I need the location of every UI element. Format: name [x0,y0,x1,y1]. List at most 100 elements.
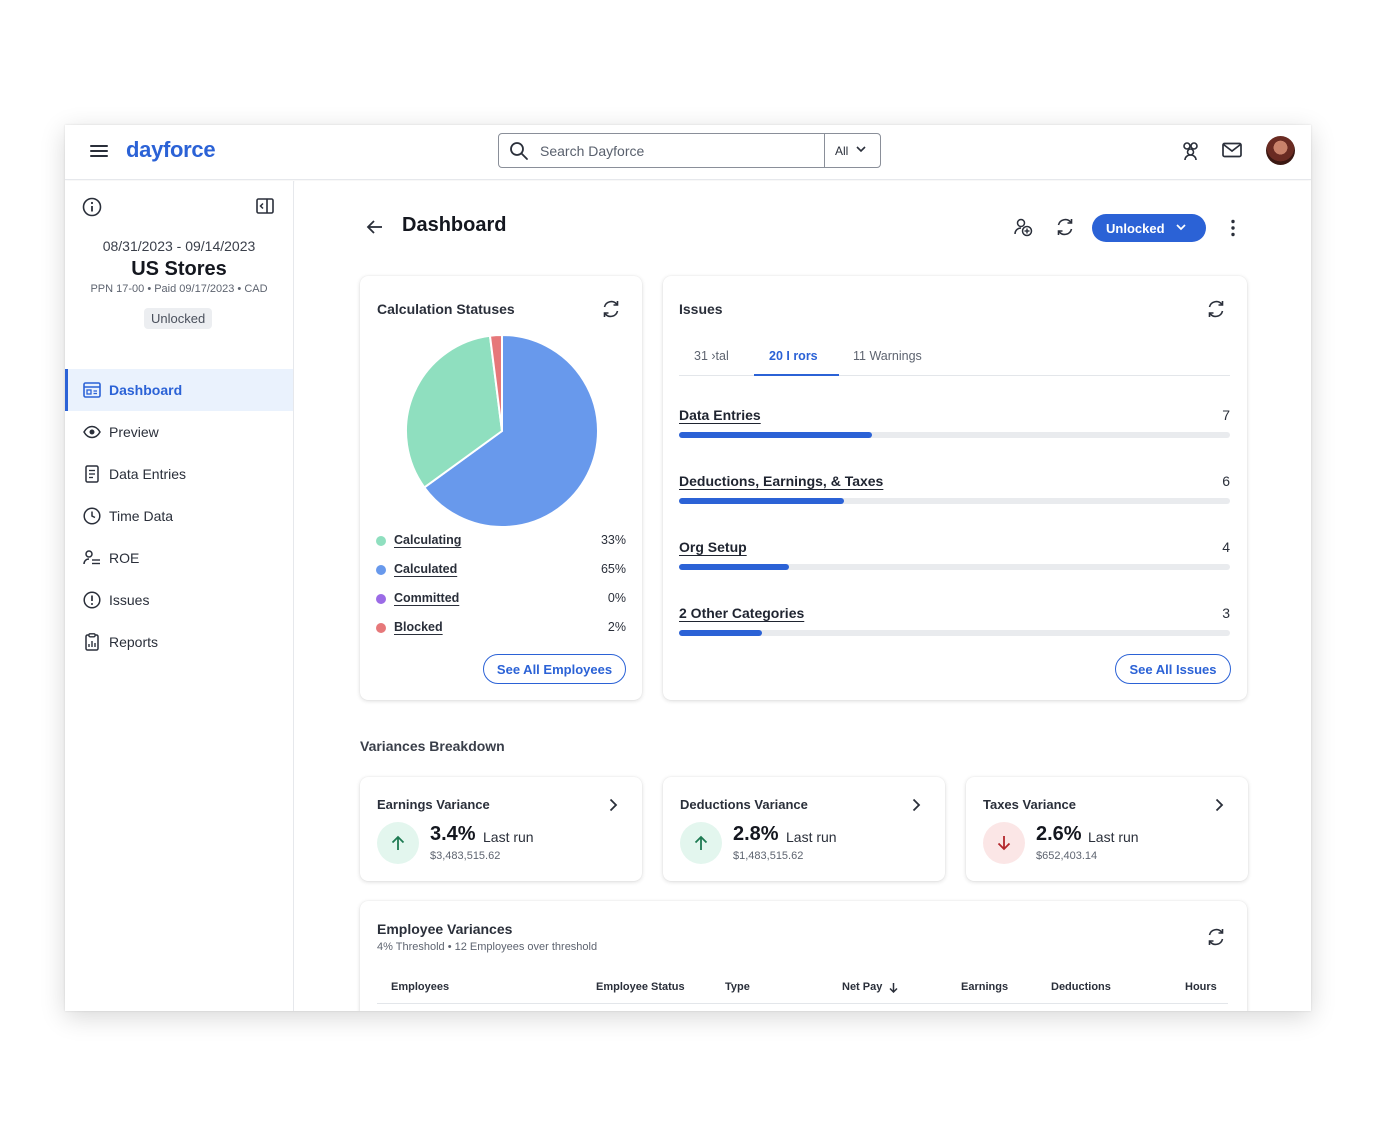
legend-label[interactable]: Committed [394,591,459,605]
people-icon[interactable] [1179,140,1201,162]
more-options-icon[interactable] [1230,219,1236,237]
issue-category-name[interactable]: 2 Other Categories [679,605,804,621]
sidebar-item-label: Dashboard [109,382,183,398]
card-title: Issues [679,301,723,317]
variance-amount: $3,483,515.62 [430,850,501,862]
search-icon [510,142,528,160]
variance-title: Taxes Variance [983,797,1076,812]
sidebar-item-label: Issues [109,592,150,608]
tab-total[interactable]: 31 ›tal [694,349,729,363]
sidebar-nav: Dashboard Preview Data Entries Time Data… [65,369,293,663]
person-list-icon [83,549,101,567]
collapse-panel-icon[interactable] [256,198,274,214]
chevron-right-icon[interactable] [609,798,618,812]
tab-errors[interactable]: 20 I rors [769,349,818,363]
back-arrow-icon[interactable] [366,219,384,235]
issue-category-name[interactable]: Org Setup [679,539,747,555]
status-badge: Unlocked [144,308,213,329]
legend-row[interactable]: Committed 0% [376,590,626,619]
legend-dot [376,594,386,604]
report-icon [83,633,101,651]
legend-row[interactable]: Calculated 65% [376,561,626,590]
search-input[interactable]: Search Dayforce [540,143,644,159]
arrow-down-icon [983,822,1025,864]
column-header-earnings[interactable]: Earnings [961,981,1008,993]
mail-icon[interactable] [1222,142,1242,158]
variance-label: Last run [1088,829,1139,845]
issue-progress-track [679,432,1230,438]
issue-category-count: 6 [1222,473,1230,489]
issue-category-name[interactable]: Deductions, Earnings, & Taxes [679,473,883,489]
earnings-variance-card[interactable]: Earnings Variance 3.4% Last run $3,483,5… [360,777,642,881]
lock-status-label: Unlocked [1106,221,1165,236]
variance-title: Deductions Variance [680,797,808,812]
see-all-issues-button[interactable]: See All Issues [1115,654,1231,684]
issue-progress-fill [679,432,872,438]
sidebar-item-issues[interactable]: Issues [65,579,293,621]
user-avatar[interactable] [1266,136,1295,165]
arrow-up-icon [680,822,722,864]
sidebar-item-preview[interactable]: Preview [65,411,293,453]
variance-percent: 2.8% [733,823,779,845]
legend-dot [376,565,386,575]
column-header-net-pay[interactable]: Net Pay [842,981,882,993]
page-title: Dashboard [402,214,507,236]
search-scope-dropdown[interactable]: All [824,134,880,167]
column-header-hours[interactable]: Hours [1185,981,1217,993]
deductions-variance-card[interactable]: Deductions Variance 2.8% Last run $1,483… [663,777,945,881]
legend-label[interactable]: Calculating [394,533,461,547]
issue-category-count: 7 [1222,407,1230,423]
chevron-down-icon [1176,224,1186,231]
chevron-right-icon[interactable] [1215,798,1224,812]
legend-row[interactable]: Calculating 33% [376,532,626,561]
sidebar-item-label: Time Data [109,508,174,524]
card-title: Calculation Statuses [377,301,515,317]
app-window: dayforce Search Dayforce All 08/31/2023 … [65,125,1311,1011]
sidebar-item-time-data[interactable]: Time Data [65,495,293,537]
issue-category-name[interactable]: Data Entries [679,407,761,423]
issue-progress-fill [679,564,789,570]
legend-value: 2% [607,620,626,634]
card-title: Employee Variances [377,921,513,937]
legend-row[interactable]: Blocked 2% [376,619,626,648]
taxes-variance-card[interactable]: Taxes Variance 2.6% Last run $652,403.14 [966,777,1248,881]
add-person-icon[interactable] [1013,217,1033,237]
column-header-type[interactable]: Type [725,981,750,993]
column-header-employees[interactable]: Employees [391,981,449,993]
variance-label: Last run [483,829,534,845]
variance-title: Earnings Variance [377,797,490,812]
legend-value: 33% [600,533,626,547]
variance-label: Last run [786,829,837,845]
top-bar: dayforce Search Dayforce All [65,125,1311,180]
dashboard-icon [83,381,101,399]
refresh-icon[interactable] [1206,927,1226,947]
sidebar-item-data-entries[interactable]: Data Entries [65,453,293,495]
dayforce-logo[interactable]: dayforce [126,137,216,163]
pay-period-dates: 08/31/2023 - 09/14/2023 [102,238,256,254]
eye-icon [83,423,101,441]
column-header-deductions[interactable]: Deductions [1051,981,1111,993]
pay-group-title: US Stores [131,258,227,280]
menu-icon[interactable] [90,142,108,162]
info-icon[interactable] [82,197,102,217]
legend-label[interactable]: Blocked [394,620,443,634]
issue-progress-fill [679,630,762,636]
refresh-icon[interactable] [601,299,621,319]
tab-warnings[interactable]: 11 Warnings [853,349,922,363]
search-bar[interactable]: Search Dayforce All [498,133,881,168]
chevron-right-icon[interactable] [912,798,921,812]
sidebar-item-dashboard[interactable]: Dashboard [65,369,293,411]
sidebar-item-roe[interactable]: ROE [65,537,293,579]
legend-label[interactable]: Calculated [394,562,457,576]
sidebar-item-label: ROE [109,550,140,566]
sidebar-item-label: Data Entries [109,466,187,482]
refresh-icon[interactable] [1206,299,1226,319]
sidebar-item-reports[interactable]: Reports [65,621,293,663]
lock-status-button[interactable]: Unlocked [1092,214,1206,242]
issue-progress-track [679,498,1230,504]
see-all-employees-button[interactable]: See All Employees [483,654,626,684]
column-header-employee-status[interactable]: Employee Status [596,981,685,993]
refresh-icon[interactable] [1055,217,1075,237]
issue-progress-track [679,630,1230,636]
sort-down-icon[interactable] [889,982,898,993]
